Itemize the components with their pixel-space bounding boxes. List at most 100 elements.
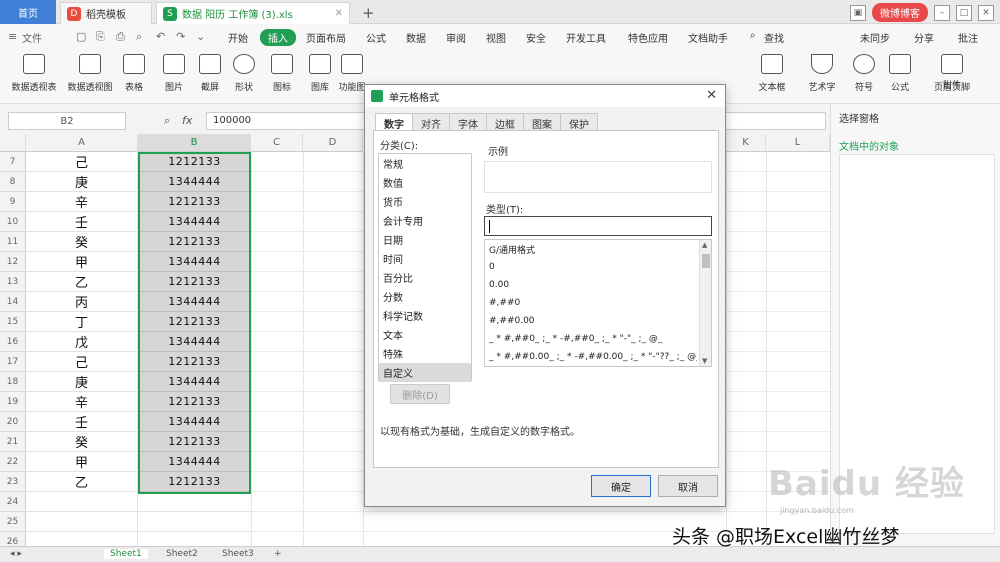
cell-b[interactable]: 1344444 <box>138 252 251 272</box>
column-header-c[interactable]: C <box>251 134 303 152</box>
tab-docer-templates[interactable]: D 稻壳模板 <box>60 2 152 24</box>
new-tab-button[interactable]: + <box>362 4 375 22</box>
comment-button[interactable]: 批注 <box>958 30 978 45</box>
ok-button[interactable]: 确定 <box>591 475 651 497</box>
corner-cell[interactable] <box>0 134 26 152</box>
cell-b[interactable]: 1212133 <box>138 392 251 412</box>
column-header-l[interactable]: L <box>766 134 830 152</box>
cell-b[interactable]: 1212133 <box>138 232 251 252</box>
cell-a[interactable]: 庚 <box>26 372 138 392</box>
cell-a[interactable]: 癸 <box>26 432 138 452</box>
save-icon[interactable]: ▢ <box>76 30 86 43</box>
category-item[interactable]: 自定义 <box>379 363 471 382</box>
cell-b[interactable]: 1344444 <box>138 372 251 392</box>
cell-b[interactable]: 1212133 <box>138 312 251 332</box>
sheet-nav-icon[interactable]: ◂ ▸ <box>4 549 28 559</box>
category-item[interactable]: 分数 <box>379 287 471 306</box>
menu-insert[interactable]: 插入 <box>260 29 296 46</box>
tab-protection[interactable]: 保护 <box>560 113 598 131</box>
cell-b[interactable]: 1212133 <box>138 432 251 452</box>
add-sheet-button[interactable]: + <box>268 549 288 559</box>
sheet-tab-3[interactable]: Sheet3 <box>216 549 260 559</box>
type-list[interactable]: G/通用格式 0 0.00 #,##0 #,##0.00 _ * #,##0_ ;_ * … <box>484 239 712 367</box>
close-tab-icon[interactable]: ✕ <box>335 8 343 19</box>
cell-b[interactable]: 1344444 <box>138 452 251 472</box>
cell-a[interactable]: 壬 <box>26 412 138 432</box>
sheet-tab-1[interactable]: Sheet1 <box>104 549 148 559</box>
search-button[interactable]: 查找 <box>764 30 784 45</box>
user-account[interactable]: 微博博客 <box>872 3 928 22</box>
type-item[interactable]: _ * #,##0.00_ ;_ * -#,##0.00_ ;_ * "-"??… <box>485 348 697 366</box>
cell-a[interactable]: 辛 <box>26 192 138 212</box>
cell-a[interactable] <box>26 492 138 512</box>
fx-icon[interactable]: fx <box>182 114 192 127</box>
cell-a[interactable]: 辛 <box>26 392 138 412</box>
row-header[interactable]: 16 <box>0 332 26 352</box>
type-item[interactable]: #,##0.00 <box>485 312 697 330</box>
row-header[interactable]: 21 <box>0 432 26 452</box>
cell-a[interactable]: 己 <box>26 352 138 372</box>
row-header[interactable]: 24 <box>0 492 26 512</box>
category-item[interactable]: 特殊 <box>379 344 471 363</box>
cell-b[interactable]: 1212133 <box>138 152 251 172</box>
tab-number[interactable]: 数字 <box>375 113 413 131</box>
cell-a[interactable]: 丁 <box>26 312 138 332</box>
cell-b[interactable]: 1344444 <box>138 412 251 432</box>
redo-icon[interactable]: ↷ <box>176 30 185 43</box>
menu-formula[interactable]: 公式 <box>366 30 386 45</box>
type-item[interactable]: 0 <box>485 258 697 276</box>
minimize-icon[interactable]: – <box>934 4 950 21</box>
cell-b[interactable] <box>138 532 251 546</box>
home-tab[interactable]: 首页 <box>0 0 56 24</box>
cell-a[interactable]: 庚 <box>26 172 138 192</box>
type-item[interactable]: G/通用格式 <box>485 240 697 258</box>
menu-developer[interactable]: 开发工具 <box>566 30 606 45</box>
row-header[interactable]: 10 <box>0 212 26 232</box>
menu-view[interactable]: 视图 <box>486 30 506 45</box>
cell-b[interactable]: 1212133 <box>138 352 251 372</box>
row-header[interactable]: 15 <box>0 312 26 332</box>
menu-data[interactable]: 数据 <box>406 30 426 45</box>
tab-workbook[interactable]: S 数据 阳历 工作簿 (3).xls ✕ <box>156 2 350 24</box>
maximize-icon[interactable]: □ <box>956 4 972 21</box>
more-icon[interactable]: ⌄ <box>196 30 205 43</box>
cell-a[interactable]: 己 <box>26 152 138 172</box>
type-item[interactable]: 0.00 <box>485 276 697 294</box>
menu-security[interactable]: 安全 <box>526 30 546 45</box>
cell-b[interactable]: 1212133 <box>138 272 251 292</box>
zoom-icon[interactable]: ⌕ <box>164 114 170 128</box>
row-header[interactable]: 7 <box>0 152 26 172</box>
row-header[interactable]: 14 <box>0 292 26 312</box>
share-button[interactable]: 分享 <box>914 30 934 45</box>
row-header[interactable]: 18 <box>0 372 26 392</box>
cell-a[interactable]: 乙 <box>26 472 138 492</box>
cell-b[interactable]: 1344444 <box>138 212 251 232</box>
tab-alignment[interactable]: 对齐 <box>412 113 450 131</box>
type-list-scrollbar[interactable]: ▲ ▼ <box>699 240 711 366</box>
cell-b[interactable]: 1212133 <box>138 192 251 212</box>
category-item[interactable]: 文本 <box>379 325 471 344</box>
menu-assistant[interactable]: 文档助手 <box>688 30 728 45</box>
close-icon[interactable]: ✕ <box>706 88 717 103</box>
row-header[interactable]: 26 <box>0 532 26 546</box>
category-item[interactable]: 科学记数 <box>379 306 471 325</box>
tab-font[interactable]: 字体 <box>449 113 487 131</box>
category-item[interactable]: 货币 <box>379 192 471 211</box>
cancel-button[interactable]: 取消 <box>658 475 718 497</box>
menu-review[interactable]: 审阅 <box>446 30 466 45</box>
cell-b[interactable]: 1344444 <box>138 292 251 312</box>
cell-a[interactable]: 戊 <box>26 332 138 352</box>
row-header[interactable]: 12 <box>0 252 26 272</box>
equation-button[interactable]: 公式 <box>870 54 930 93</box>
cell-a[interactable]: 癸 <box>26 232 138 252</box>
scroll-up-icon[interactable]: ▲ <box>702 241 707 249</box>
row-header[interactable]: 19 <box>0 392 26 412</box>
menu-page-layout[interactable]: 页面布局 <box>306 30 346 45</box>
delete-button[interactable]: 删除(D) <box>390 384 450 404</box>
search-icon[interactable]: ⌕ <box>750 30 756 41</box>
category-item[interactable]: 会计专用 <box>379 211 471 230</box>
sync-status[interactable]: 未同步 <box>860 30 890 45</box>
column-header-b[interactable]: B <box>138 134 251 152</box>
cell-a[interactable]: 壬 <box>26 212 138 232</box>
pivot-table-button[interactable]: 数据透视表 <box>4 54 64 93</box>
